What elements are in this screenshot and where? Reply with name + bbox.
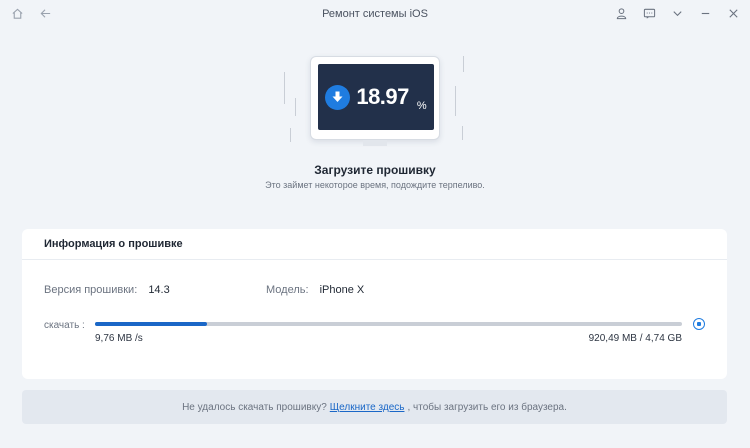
- feedback-icon[interactable]: [642, 6, 656, 20]
- firmware-version-value: 14.3: [148, 284, 170, 296]
- decor-line: [295, 98, 296, 116]
- firmware-info-card: Информация о прошивке Версия прошивки: 1…: [22, 229, 727, 379]
- download-label: скачать :: [44, 320, 85, 331]
- download-size: 920,49 MB / 4,74 GB: [588, 333, 682, 344]
- card-title: Информация о прошивке: [22, 229, 727, 260]
- download-hero: 18.97 %: [0, 42, 750, 202]
- monitor-stand: [363, 140, 387, 146]
- close-icon[interactable]: [726, 6, 740, 20]
- title-bar: Ремонт системы iOS: [0, 0, 750, 28]
- decor-line: [284, 72, 285, 104]
- download-arrow-icon: [325, 84, 351, 110]
- back-arrow-icon[interactable]: [38, 6, 52, 20]
- decor-line: [290, 128, 291, 142]
- model-row: Модель: iPhone X: [266, 284, 364, 296]
- download-progress-bar: [95, 322, 682, 326]
- stop-download-button[interactable]: [693, 318, 705, 330]
- banner-text-before: Не удалось скачать прошивку?: [182, 401, 327, 413]
- page-heading: Загрузите прошивку: [314, 163, 436, 177]
- banner-text-after: , чтобы загрузить его из браузера.: [407, 401, 567, 413]
- decor-line: [463, 56, 464, 72]
- minimize-icon[interactable]: [698, 6, 712, 20]
- firmware-version-label: Версия прошивки:: [44, 284, 138, 296]
- home-icon[interactable]: [10, 6, 24, 20]
- model-label: Модель:: [266, 284, 309, 296]
- user-icon[interactable]: [614, 6, 628, 20]
- model-value: iPhone X: [319, 284, 365, 296]
- monitor-illustration: 18.97 %: [310, 56, 440, 140]
- download-percent: 18.97: [356, 84, 409, 109]
- decor-line: [462, 126, 463, 140]
- firmware-version-row: Версия прошивки: 14.3: [44, 284, 170, 296]
- stop-icon: [697, 322, 701, 326]
- percent-sign: %: [416, 100, 427, 112]
- window-title: Ремонт системы iOS: [322, 8, 428, 20]
- page-subheading: Это займет некоторое время, подождите те…: [265, 180, 485, 190]
- download-progress-fill: [95, 322, 207, 326]
- browser-download-banner: Не удалось скачать прошивку? Щелкните зд…: [22, 390, 727, 424]
- monitor-screen: 18.97 %: [318, 64, 434, 130]
- decor-line: [455, 86, 456, 116]
- click-here-link[interactable]: Щелкните здесь: [330, 402, 405, 413]
- download-speed: 9,76 MB /s: [95, 333, 143, 344]
- chevron-down-icon[interactable]: [670, 6, 684, 20]
